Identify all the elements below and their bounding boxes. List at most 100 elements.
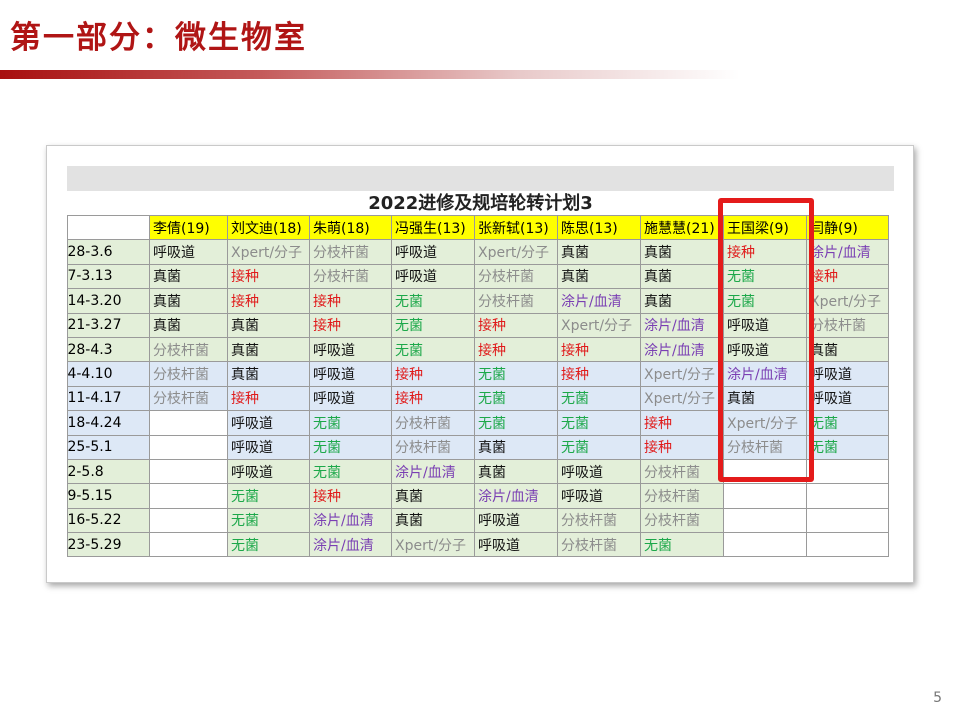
assignment-cell: 无菌	[723, 288, 807, 314]
assignment-cell: 分枝杆菌	[640, 507, 724, 534]
assignment-cell: 呼吸道	[149, 239, 228, 265]
header-name-cell: 闫静(9)	[806, 214, 889, 241]
assignment-cell: 真菌	[227, 361, 310, 387]
assignment-cell: 无菌	[474, 410, 558, 436]
table-row: .28-3.6 呼吸道 Xpert/分子 分枝杆菌 呼吸道 Xpert/分子 真菌 真菌 接种涂…	[67, 239, 889, 265]
assignment-cell: 无菌	[474, 361, 558, 387]
date-cell: .2-5.8	[67, 458, 150, 485]
header-name-cell: 刘文迪(18)	[227, 214, 310, 241]
assignment-cell	[149, 434, 228, 460]
table-row: .23-5.29 无菌 涂片/血清 Xpert/分子 呼吸道 分枝杆菌 无菌	[67, 532, 889, 558]
date-cell: .23-5.29	[67, 532, 150, 558]
assignment-cell: 呼吸道	[391, 239, 475, 265]
assignment-cell: 呼吸道	[309, 385, 392, 412]
assignment-cell: 呼吸道	[557, 483, 641, 509]
assignment-cell	[149, 532, 228, 558]
header-name-cell: 冯强生(13)	[391, 214, 475, 241]
table-row: .11-4.17 分枝杆菌 接种 呼吸道 接种 无菌 无菌 Xpert/分子 真菌 呼吸道	[67, 385, 889, 412]
assignment-cell: 真菌	[640, 288, 724, 314]
assignment-cell: 接种	[640, 434, 724, 460]
assignment-cell: 分枝杆菌	[149, 361, 228, 387]
assignment-cell: 涂片/血清	[723, 361, 807, 387]
slide-title: 第一部分：微生物室	[10, 20, 307, 56]
assignment-cell: 呼吸道	[227, 458, 310, 485]
assignment-cell: 真菌	[227, 336, 310, 363]
spreadsheet: 2022进修及规培轮转计划3 李倩(19) 刘文迪(18) 朱萌(18) 冯强生(13…	[67, 166, 894, 563]
assignment-cell: 分枝杆菌	[309, 239, 392, 265]
header-row: 李倩(19) 刘文迪(18) 朱萌(18) 冯强生(13) 张新轼(13) 陈思(13) 施…	[67, 214, 889, 241]
header-name-cell: 朱萌(18)	[309, 214, 392, 241]
assignment-cell: 呼吸道	[723, 312, 807, 338]
assignment-cell: 无菌	[227, 532, 310, 558]
assignment-cell: 分枝杆菌	[474, 288, 558, 314]
table-row: .28-4.3 分枝杆菌 真菌 呼吸道 无菌 接种 接种 涂片/血清 呼吸道 真菌	[67, 336, 889, 363]
assignment-cell: 真菌	[149, 263, 228, 290]
assignment-cell: 呼吸道	[227, 434, 310, 460]
assignment-cell	[723, 507, 807, 534]
assignment-cell: 涂片/血清	[640, 312, 724, 338]
table-row: .16-5.22 无菌 涂片/血清 真菌 呼吸道 分枝杆菌 分枝杆菌	[67, 507, 889, 534]
title-underline	[0, 70, 740, 79]
assignment-cell: 无菌	[391, 336, 475, 363]
assignment-cell: 涂片/血清	[391, 458, 475, 485]
assignment-cell: 接种	[806, 263, 889, 290]
page-number: 5	[933, 690, 942, 706]
assignment-cell: 分枝杆菌	[309, 263, 392, 290]
table-row: .14-3.20 真菌 接种 接种 无菌 分枝杆菌 涂片/血清 真菌 无菌 Xpert/分子	[67, 288, 889, 314]
assignment-cell: 分枝杆菌	[557, 507, 641, 534]
assignment-cell: 呼吸道	[391, 263, 475, 290]
assignment-cell: 无菌	[391, 288, 475, 314]
sheet-title: 2022进修及规培轮转计划3	[368, 193, 593, 214]
assignment-cell: 无菌	[557, 434, 641, 460]
assignment-cell: Xpert/分子	[474, 239, 558, 265]
assignment-cell	[723, 532, 807, 558]
header-name-cell: 陈思(13)	[557, 214, 641, 241]
assignment-cell: 分枝杆菌	[391, 410, 475, 436]
assignment-cell: 无菌	[309, 458, 392, 485]
assignment-cell: 涂片/血清	[640, 336, 724, 363]
date-cell: .4-4.10	[67, 361, 150, 387]
assignment-cell	[149, 483, 228, 509]
assignment-cell: 真菌	[391, 483, 475, 509]
rotation-table: 李倩(19) 刘文迪(18) 朱萌(18) 冯强生(13) 张新轼(13) 陈思(13) 施…	[67, 214, 889, 558]
assignment-cell: 接种	[391, 361, 475, 387]
assignment-cell: 真菌	[227, 312, 310, 338]
assignment-cell: 真菌	[640, 263, 724, 290]
table-row: .25-5.1 呼吸道 无菌 分枝杆菌 真菌 无菌 接种 分枝杆菌 无菌	[67, 434, 889, 460]
assignment-cell: 呼吸道	[309, 336, 392, 363]
assignment-cell: 无菌	[309, 434, 392, 460]
assignment-cell: 无菌	[723, 263, 807, 290]
header-date-cell	[67, 214, 150, 241]
assignment-cell: 接种	[227, 288, 310, 314]
assignment-cell: 无菌	[806, 410, 889, 436]
assignment-cell	[149, 458, 228, 485]
assignment-cell: Xpert/分子	[723, 410, 807, 436]
assignment-cell: 接种	[309, 483, 392, 509]
table-row: .2-5.8呼吸道无菌涂片/血清真菌呼吸道分枝杆菌	[67, 458, 889, 485]
assignment-cell: 呼吸道	[474, 507, 558, 534]
sheet-top-bar	[67, 166, 894, 191]
assignment-cell: 分枝杆菌	[806, 312, 889, 338]
assignment-cell: 真菌	[391, 507, 475, 534]
assignment-cell: 无菌	[227, 483, 310, 509]
date-cell: .16-5.22	[67, 507, 150, 534]
assignment-cell: 无菌	[640, 532, 724, 558]
assignment-cell: 呼吸道	[309, 361, 392, 387]
assignment-cell: 呼吸道	[557, 458, 641, 485]
assignment-cell	[149, 507, 228, 534]
date-cell: .11-4.17	[67, 385, 150, 412]
table-row: .4-4.10 分枝杆菌 真菌 呼吸道 接种 无菌 接种 Xpert/分子 涂片/血清 呼吸道	[67, 361, 889, 387]
assignment-cell: 接种	[309, 288, 392, 314]
assignment-cell: 接种	[474, 336, 558, 363]
assignment-cell: 涂片/血清	[309, 507, 392, 534]
header-name-cell: 王国梁(9)	[723, 214, 807, 241]
table-row: .7-3.13 真菌 接种 分枝杆菌 呼吸道 分枝杆菌 真菌 真菌 无菌 接种	[67, 263, 889, 290]
assignment-cell: 无菌	[391, 312, 475, 338]
date-cell: .21-3.27	[67, 312, 150, 338]
assignment-cell: 接种	[557, 336, 641, 363]
assignment-cell: 接种	[640, 410, 724, 436]
assignment-cell: 分枝杆菌	[640, 458, 724, 485]
assignment-cell: Xpert/分子	[391, 532, 475, 558]
assignment-cell	[806, 507, 889, 534]
assignment-cell: 接种	[557, 361, 641, 387]
